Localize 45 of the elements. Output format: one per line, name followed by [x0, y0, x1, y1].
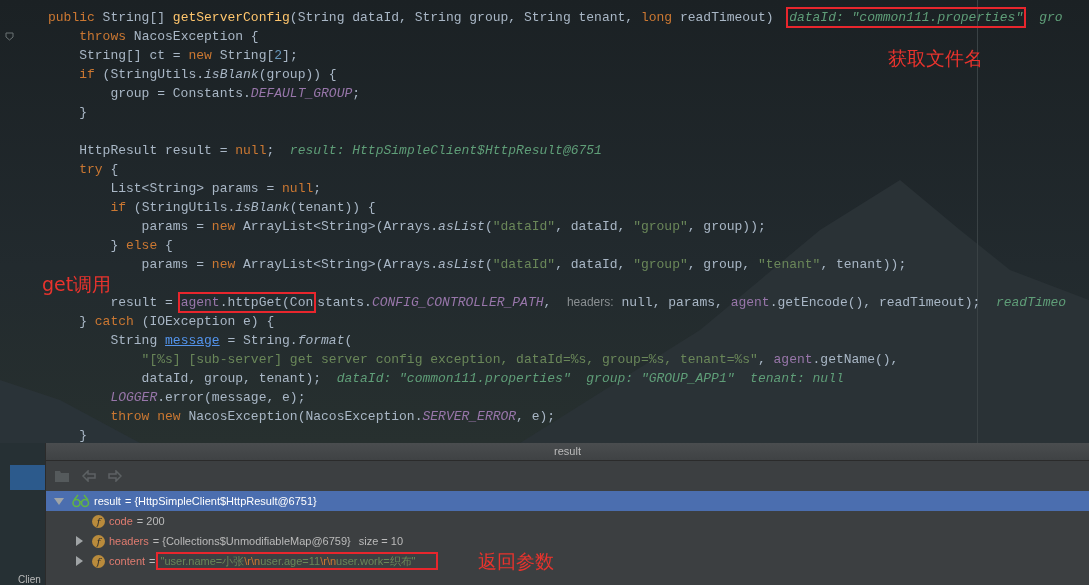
- expand-arrow-icon[interactable]: [54, 496, 64, 506]
- code-line: LOGGER.error(message, e);: [109, 389, 306, 407]
- code-line: List<String> params = null;: [109, 180, 322, 198]
- annotation-text: 获取文件名: [888, 46, 983, 71]
- node-text: result = {HttpSimpleClient$HttpResult@6751}: [94, 493, 317, 509]
- annotation-text: get调用: [42, 272, 112, 297]
- field-icon: f: [92, 534, 105, 548]
- node-text: code = 200: [109, 513, 165, 529]
- code-line: }: [78, 427, 87, 443]
- tab-label[interactable]: Clien: [18, 574, 41, 585]
- folder-icon[interactable]: [54, 469, 70, 483]
- expand-arrow-icon[interactable]: [74, 536, 84, 546]
- code-line: }: [78, 104, 87, 122]
- tree-row[interactable]: result = {HttpSimpleClient$HttpResult@6751}: [46, 491, 1089, 511]
- code-line: HttpResult result = null; result: HttpSimpleClient$HttpResult@6751: [78, 142, 602, 160]
- code-line: if (StringUtils.isBlank(group)) {: [78, 66, 337, 84]
- code-line: String[] ct = new String[2];: [78, 47, 298, 65]
- annotation-text: 返回参数: [478, 549, 554, 574]
- back-arrow-icon[interactable]: [82, 470, 96, 482]
- code-line: throws NacosException {: [78, 28, 259, 46]
- code-line: } else {: [109, 237, 173, 255]
- tree-row[interactable]: f content = "user.name=小张\r\nuser.age=11\r\nuser.work=织布": [46, 551, 438, 571]
- glasses-icon: [72, 494, 90, 508]
- node-text: headers = {Collections$UnmodifiableMap@6759} size = 10: [109, 533, 404, 549]
- node-text: content = "user.name=小张\r\nuser.age=11\r\nuser.work=织布": [109, 552, 438, 570]
- code-line: public String[] getServerConfig(String dataId, String group, String tenant, long readTimeout) dataId: "common111.properties" gro: [48, 8, 1063, 27]
- code-line: try {: [78, 161, 119, 179]
- code-line: if (StringUtils.isBlank(tenant)) {: [109, 199, 376, 217]
- code-line: String message = String.format(: [109, 332, 353, 350]
- side-highlight: [10, 465, 45, 490]
- expand-arrow-icon[interactable]: [74, 556, 84, 566]
- field-icon: f: [92, 514, 105, 528]
- code-line: } catch (IOException e) {: [78, 313, 275, 331]
- code-line: params = new ArrayList<String>(Arrays.asList("dataId", dataId, "group", group));: [140, 218, 766, 236]
- tree-row[interactable]: f headers = {Collections$UnmodifiableMap@6759} size = 10: [46, 531, 404, 551]
- fold-icon[interactable]: [5, 32, 14, 41]
- panel-title: result: [46, 443, 1089, 461]
- tree-row[interactable]: f code = 200: [46, 511, 165, 531]
- code-line: "[%s] [sub-server] get server config exception, dataId=%s, group=%s, tenant=%s", agent.getName(),: [140, 351, 899, 369]
- code-line: params = new ArrayList<String>(Arrays.asList("dataId", dataId, "group", group, "tenant", tenant));: [140, 256, 907, 274]
- forward-arrow-icon[interactable]: [108, 470, 122, 482]
- code-line: group = Constants.DEFAULT_GROUP;: [109, 85, 361, 103]
- field-icon: f: [92, 554, 105, 568]
- code-line: dataId, group, tenant); dataId: "common111.properties" group: "GROUP_APP1" tenant: null: [140, 370, 844, 388]
- code-line: throw new NacosException(NacosException.SERVER_ERROR, e);: [109, 408, 556, 426]
